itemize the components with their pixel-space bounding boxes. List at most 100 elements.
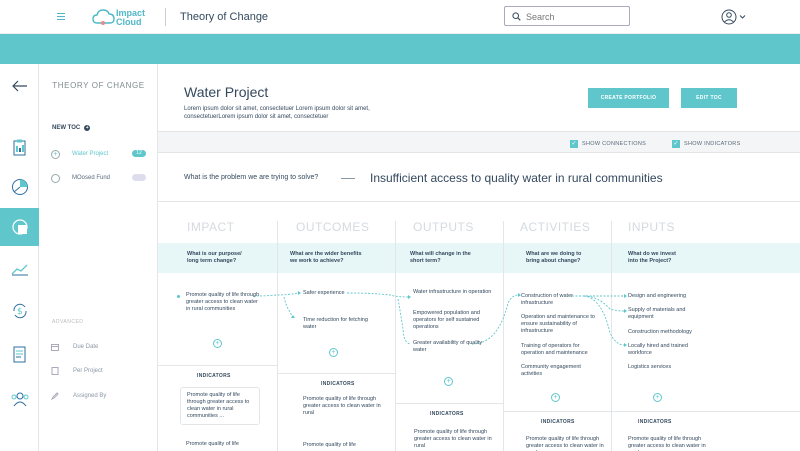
trend-chart-icon[interactable] bbox=[0, 250, 39, 288]
toc-item-water-project[interactable]: + Water Project 12 bbox=[51, 148, 146, 160]
edit-toc-button[interactable]: EDIT TOC bbox=[681, 88, 737, 108]
filter-label: Due Date bbox=[73, 344, 99, 350]
count-badge bbox=[132, 174, 146, 181]
filter-label: Assigned By bbox=[73, 393, 107, 399]
list-item[interactable]: Greater availability of quality water bbox=[413, 340, 493, 354]
dollar-cycle-icon[interactable]: $ bbox=[0, 292, 39, 330]
bullet-icon bbox=[177, 295, 180, 298]
add-item-icon[interactable]: + bbox=[653, 393, 662, 402]
show-indicators-toggle[interactable]: ✓ SHOW INDICATORS bbox=[672, 140, 741, 148]
view-options-bar: ✓ SHOW CONNECTIONS ✓ SHOW INDICATORS bbox=[158, 131, 800, 153]
list-item[interactable]: Locally hired and trained workforce bbox=[628, 343, 708, 357]
list-item[interactable]: Supply of materials and equipment bbox=[628, 307, 708, 321]
indicator-card[interactable]: Promote quality of life bbox=[186, 441, 266, 448]
user-menu[interactable] bbox=[721, 9, 749, 30]
new-toc-button[interactable]: NEW TOC + bbox=[52, 125, 91, 131]
problem-answer[interactable]: Insufficient access to quality water in … bbox=[370, 171, 663, 185]
circle-icon bbox=[51, 173, 60, 183]
document-icon bbox=[51, 367, 59, 375]
indicator-card[interactable]: Promote quality of life through greater … bbox=[526, 436, 606, 451]
pencil-icon bbox=[51, 392, 59, 400]
people-icon[interactable] bbox=[0, 380, 39, 418]
indicators-label: INDICATORS bbox=[638, 419, 672, 425]
indicator-card[interactable]: Promote quality of life through greater … bbox=[414, 429, 494, 450]
divider bbox=[158, 365, 277, 366]
logo-text: Impact Cloud bbox=[116, 9, 145, 27]
search-icon bbox=[512, 12, 521, 21]
indicators-label: INDICATORS bbox=[541, 419, 575, 425]
divider bbox=[341, 178, 355, 179]
indicators-label: INDICATORS bbox=[197, 373, 231, 379]
impact-cloud-logo[interactable]: Impact Cloud bbox=[92, 6, 150, 28]
option-label: SHOW INDICATORS bbox=[684, 141, 741, 147]
indicator-card[interactable]: Promote quality of life bbox=[303, 442, 381, 449]
divider bbox=[396, 403, 503, 404]
back-arrow-icon[interactable] bbox=[0, 67, 39, 105]
plus-circle-icon: + bbox=[51, 149, 60, 159]
option-label: SHOW CONNECTIONS bbox=[582, 141, 647, 147]
list-item[interactable]: Training of operators for operation and … bbox=[521, 343, 601, 357]
list-item[interactable]: Logistics services bbox=[628, 364, 708, 371]
divider bbox=[504, 411, 611, 412]
toc-icon[interactable] bbox=[0, 208, 39, 246]
toc-board: IMPACT OUTCOMES OUTPUTS ACTIVITIES INPUT… bbox=[158, 203, 800, 451]
list-item[interactable]: Construction methodology bbox=[628, 329, 708, 336]
list-item[interactable]: Safer experience bbox=[303, 290, 383, 297]
report-icon[interactable] bbox=[0, 336, 39, 374]
checkbox-checked-icon: ✓ bbox=[570, 140, 578, 148]
list-item[interactable]: Promote quality of life through greater … bbox=[186, 292, 261, 313]
add-item-icon[interactable]: + bbox=[444, 377, 453, 386]
list-item[interactable]: Construction of water infrastructure bbox=[521, 293, 601, 307]
toc-item-label: Water Project bbox=[72, 151, 109, 157]
cloud-icon bbox=[92, 9, 115, 25]
icon-rail: $ bbox=[0, 64, 39, 451]
logo-text-cloud: Cloud bbox=[116, 17, 142, 27]
project-header: Water Project Lorem ipsum dolor sit amet… bbox=[158, 64, 800, 130]
clipboard-icon[interactable] bbox=[0, 129, 39, 167]
toc-item-moosed-fund[interactable]: MOosed Fund bbox=[51, 172, 146, 184]
toc-item-label: MOosed Fund bbox=[72, 175, 111, 181]
user-avatar-icon bbox=[721, 9, 746, 25]
menu-icon[interactable] bbox=[57, 13, 65, 22]
indicators-label: INDICATORS bbox=[430, 411, 464, 417]
indicator-card[interactable]: Promote quality of life through greater … bbox=[303, 396, 381, 417]
project-title: Water Project bbox=[184, 84, 269, 100]
add-item-icon[interactable]: + bbox=[329, 348, 338, 357]
list-item[interactable]: Operation and maintenance to ensure sust… bbox=[521, 314, 601, 335]
show-connections-toggle[interactable]: ✓ SHOW CONNECTIONS bbox=[570, 140, 646, 148]
indicators-label: INDICATORS bbox=[321, 381, 355, 387]
indicator-card[interactable]: Promote quality of life through greater … bbox=[628, 436, 708, 451]
list-item[interactable]: Water infrastructure in operation bbox=[413, 289, 493, 296]
header-band bbox=[0, 34, 800, 64]
filter-label: Per Project bbox=[73, 368, 103, 374]
divider bbox=[165, 8, 166, 26]
app-title: Theory of Change bbox=[180, 11, 269, 23]
search-box[interactable] bbox=[504, 6, 630, 26]
add-item-icon[interactable]: + bbox=[213, 339, 222, 348]
calendar-icon bbox=[51, 344, 59, 351]
list-item[interactable]: Design and engineering bbox=[628, 293, 708, 300]
count-badge: 12 bbox=[132, 150, 146, 157]
list-item[interactable]: Community engagement activities bbox=[521, 364, 601, 378]
divider bbox=[278, 373, 395, 374]
indicator-card[interactable]: Promote quality of life through greater … bbox=[180, 387, 260, 425]
toc-sidebar: THEORY OF CHANGE NEW TOC + + Water Proje… bbox=[39, 64, 158, 451]
project-description: Lorem ipsum dolor sit amet, consectetuer… bbox=[184, 106, 370, 120]
create-portfolio-button[interactable]: CREATE PORTFOLIO bbox=[588, 88, 669, 108]
plus-icon: + bbox=[84, 125, 91, 131]
filter-assigned-by[interactable]: Assigned By bbox=[51, 392, 106, 400]
problem-question: What is the problem we are trying to sol… bbox=[184, 174, 319, 181]
sidebar-title: THEORY OF CHANGE bbox=[52, 81, 145, 90]
add-item-icon[interactable]: + bbox=[551, 393, 560, 402]
list-item[interactable]: Time reduction for fetching water bbox=[303, 317, 381, 331]
divider bbox=[612, 411, 800, 412]
new-toc-label: NEW TOC bbox=[52, 125, 81, 131]
list-item[interactable]: Empowered population and operators for s… bbox=[413, 310, 493, 331]
checkbox-checked-icon: ✓ bbox=[672, 140, 680, 148]
filter-per-project[interactable]: Per Project bbox=[51, 367, 103, 375]
filter-due-date[interactable]: Due Date bbox=[51, 343, 98, 351]
search-input[interactable] bbox=[526, 10, 626, 23]
top-bar: Impact Cloud Theory of Change bbox=[0, 0, 800, 34]
pie-chart-icon[interactable] bbox=[0, 168, 39, 206]
advanced-heading: ADVANCED bbox=[52, 319, 84, 325]
